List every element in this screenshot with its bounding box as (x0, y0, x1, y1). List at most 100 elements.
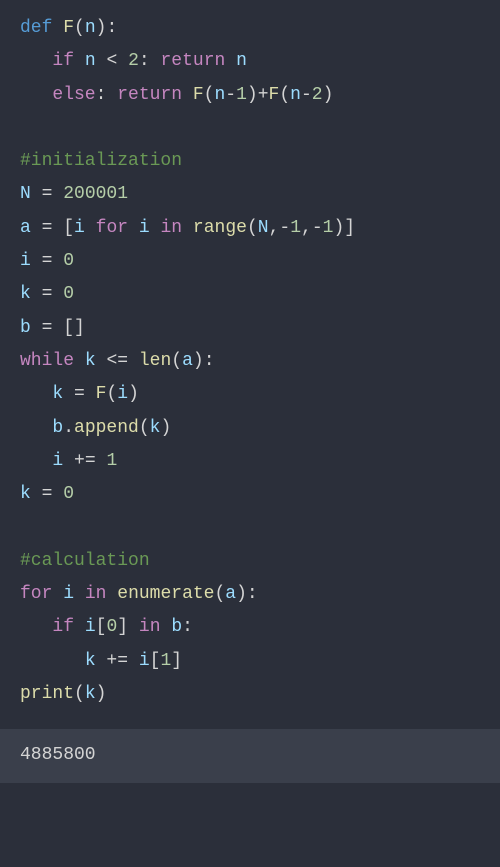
var: a (182, 351, 193, 371)
code-line: print(k) (20, 678, 480, 711)
comma: , (269, 218, 280, 238)
code-editor[interactable]: def F(n): if n < 2: return n else: retur… (0, 0, 500, 723)
var: n (290, 85, 301, 105)
code-line: for i in enumerate(a): (20, 578, 480, 611)
op: < (106, 51, 117, 71)
op: - (225, 85, 236, 105)
var: N (20, 184, 31, 204)
op: - (279, 218, 290, 238)
colon: : (139, 51, 161, 71)
op: = (63, 384, 95, 404)
keyword-in: in (139, 617, 161, 637)
paren: ( (247, 218, 258, 238)
bracket: ] (171, 651, 182, 671)
output-panel: 4885800 (0, 729, 500, 782)
function-call: F (193, 85, 204, 105)
code-line: b.append(k) (20, 412, 480, 445)
builtin-print: print (20, 684, 74, 704)
comment: #calculation (20, 551, 150, 571)
op: + (258, 85, 269, 105)
method-append: append (74, 418, 139, 438)
bracket: [ (63, 218, 74, 238)
number: 1 (323, 218, 334, 238)
paren: ( (74, 684, 85, 704)
op: = (31, 318, 63, 338)
var: k (150, 418, 161, 438)
var: i (85, 617, 96, 637)
number: 1 (160, 651, 171, 671)
comma: , (301, 218, 312, 238)
code-line: k = 0 (20, 278, 480, 311)
number: 2 (128, 51, 139, 71)
number: 1 (106, 451, 117, 471)
code-line: while k <= len(a): (20, 345, 480, 378)
dot: . (63, 418, 74, 438)
paren: ): (96, 18, 118, 38)
op: += (63, 451, 106, 471)
paren: ( (106, 384, 117, 404)
paren: ) (333, 218, 344, 238)
number: 0 (63, 251, 74, 271)
var: i (20, 251, 31, 271)
builtin-range: range (193, 218, 247, 238)
op: = (31, 251, 63, 271)
number: 200001 (63, 184, 128, 204)
keyword-return: return (117, 85, 182, 105)
keyword-for: for (20, 584, 52, 604)
paren: ): (193, 351, 215, 371)
var: i (63, 584, 74, 604)
op: - (301, 85, 312, 105)
var: k (85, 351, 96, 371)
keyword-return: return (161, 51, 226, 71)
number: 0 (63, 484, 74, 504)
paren: ( (214, 584, 225, 604)
var: k (20, 484, 31, 504)
code-line: a = [i for i in range(N,-1,-1)] (20, 212, 480, 245)
bracket: ] (344, 218, 355, 238)
colon: : (96, 85, 118, 105)
var: i (74, 218, 85, 238)
number: 2 (312, 85, 323, 105)
paren: ( (279, 85, 290, 105)
bracket: [] (63, 318, 85, 338)
var: a (20, 218, 31, 238)
param: n (85, 18, 96, 38)
var: i (117, 384, 128, 404)
keyword-while: while (20, 351, 74, 371)
paren: ) (128, 384, 139, 404)
op: = (31, 284, 63, 304)
var: n (85, 51, 96, 71)
number: 1 (290, 218, 301, 238)
var: b (52, 418, 63, 438)
var: n (214, 85, 225, 105)
var: i (52, 451, 63, 471)
bracket: ] (117, 617, 128, 637)
keyword-else: else (52, 85, 95, 105)
paren: ) (247, 85, 258, 105)
keyword-in: in (85, 584, 107, 604)
var: k (52, 384, 63, 404)
var: k (85, 651, 96, 671)
op: = (31, 218, 63, 238)
var: n (236, 51, 247, 71)
code-line-empty (20, 511, 480, 544)
number: 0 (106, 617, 117, 637)
paren: ( (74, 18, 85, 38)
paren: ( (204, 85, 215, 105)
keyword-def: def (20, 18, 52, 38)
var: k (85, 684, 96, 704)
bracket: [ (150, 651, 161, 671)
var: i (139, 218, 150, 238)
paren: ( (139, 418, 150, 438)
function-call: F (269, 85, 280, 105)
builtin-enumerate: enumerate (117, 584, 214, 604)
colon: : (182, 617, 193, 637)
keyword-if: if (52, 51, 74, 71)
code-line: #initialization (20, 145, 480, 178)
var: a (225, 584, 236, 604)
var: N (258, 218, 269, 238)
op: += (96, 651, 139, 671)
var: b (171, 617, 182, 637)
function-call: F (96, 384, 107, 404)
var: k (20, 284, 31, 304)
